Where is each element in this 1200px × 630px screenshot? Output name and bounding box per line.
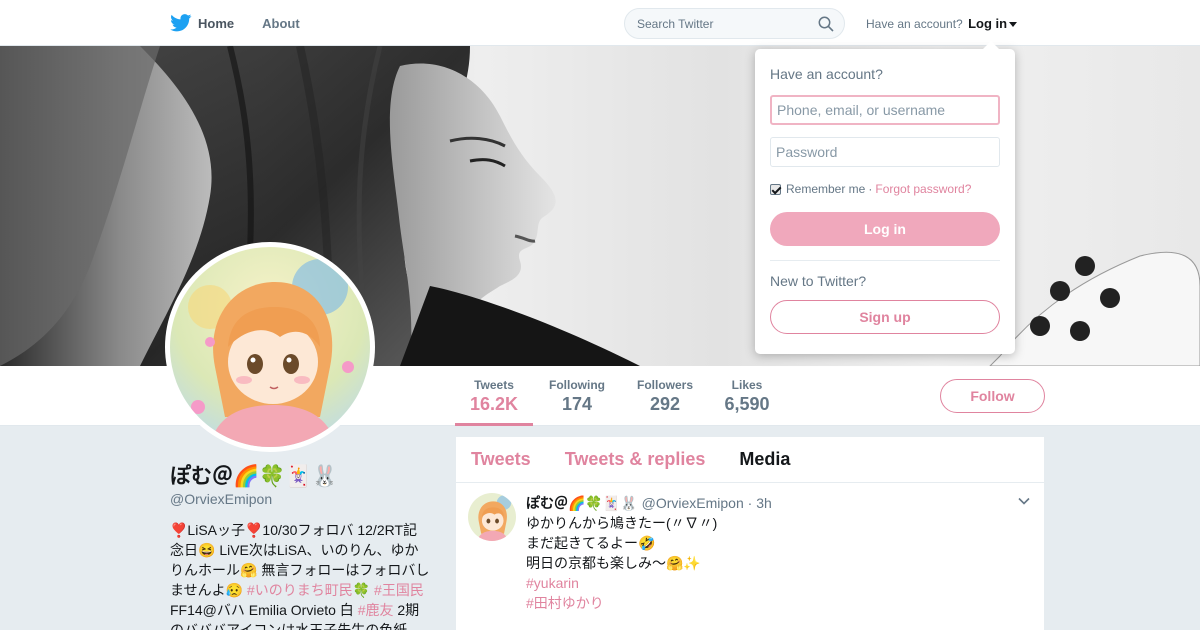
tweet-hashtag[interactable]: #yukarin — [526, 573, 1029, 593]
tweet-text-line: まだ起きてるよー🤣 — [526, 535, 656, 551]
stat-followers[interactable]: Followers 292 — [630, 366, 700, 426]
stat-value: 6,590 — [724, 394, 770, 414]
stat-value: 174 — [561, 394, 593, 414]
signup-button[interactable]: Sign up — [770, 300, 1000, 334]
have-account-area: Have an account? Log in — [866, 16, 1018, 31]
timeline: Tweets Tweets & replies Media ぽむ＠🌈🍀🃏🐰 @O… — [456, 437, 1044, 630]
password-field[interactable] — [770, 137, 1000, 167]
search-box — [624, 8, 845, 39]
bio-hashtag[interactable]: #王国民 — [374, 582, 424, 598]
stat-label: Likes — [731, 378, 763, 392]
tweet-text-line: ゆかりんから鳩きたー(〃∇〃) — [526, 515, 718, 531]
bio-hashtag[interactable]: #いのりまち町民 — [247, 582, 353, 598]
stat-following[interactable]: Following 174 — [541, 366, 613, 426]
top-navigation-bar: Home About Have an account? Log in — [0, 0, 1200, 46]
nav-about-link[interactable]: About — [262, 16, 300, 31]
tweet-timestamp[interactable]: · 3h — [748, 495, 772, 511]
search-icon[interactable] — [818, 16, 834, 32]
stat-likes[interactable]: Likes 6,590 — [718, 366, 776, 426]
twitter-bird-icon[interactable] — [170, 14, 192, 32]
timeline-tabs: Tweets Tweets & replies Media — [456, 437, 1044, 483]
tab-tweets[interactable]: Tweets — [471, 449, 531, 470]
remember-me-checkbox[interactable] — [770, 183, 781, 195]
stat-tweets[interactable]: Tweets 16.2K — [455, 366, 533, 426]
stat-label: Followers — [636, 378, 693, 392]
remember-me-label[interactable]: Remember me — [786, 182, 865, 196]
tweet-avatar[interactable] — [468, 493, 516, 541]
follow-button[interactable]: Follow — [940, 379, 1045, 413]
bio-text: FF14@バハ Emilia Orvieto 白 — [170, 602, 358, 618]
profile-name: ぽむ＠🌈🍀🃏🐰 — [170, 465, 338, 488]
tab-tweets-replies[interactable]: Tweets & replies — [565, 449, 706, 470]
profile-avatar[interactable] — [165, 242, 375, 452]
tab-media[interactable]: Media — [739, 449, 790, 470]
stat-value: 292 — [649, 394, 681, 414]
stat-label: Tweets — [474, 378, 514, 392]
tweet-author-name[interactable]: ぽむ＠🌈🍀🃏🐰 — [526, 495, 638, 511]
search-input[interactable] — [625, 9, 805, 38]
stat-label: Following — [549, 378, 605, 392]
divider — [770, 260, 1000, 261]
login-button[interactable]: Log in — [770, 212, 1000, 246]
username-field[interactable] — [770, 95, 1000, 125]
nav-home-link[interactable]: Home — [198, 16, 234, 31]
chevron-down-icon[interactable] — [1018, 495, 1030, 507]
login-toggle-link[interactable]: Log in — [968, 16, 1007, 31]
tweet-avatar-image — [468, 493, 516, 541]
login-dropdown: Have an account? Remember me · Forgot pa… — [755, 41, 1015, 354]
bio-text: 🍀 — [352, 582, 375, 598]
forgot-password-link[interactable]: Forgot password? — [875, 182, 971, 196]
caret-down-icon[interactable] — [1009, 22, 1018, 28]
tweet-item[interactable]: ぽむ＠🌈🍀🃏🐰 @OrviexEmipon · 3h ゆかりんから鳩きたー(〃∇… — [456, 483, 1044, 613]
new-to-twitter-text: New to Twitter? — [770, 273, 867, 289]
tweet-text-line: 明日の京都も楽しみ～🤗✨ — [526, 555, 701, 571]
login-dropdown-title: Have an account? — [770, 66, 883, 82]
have-account-text: Have an account? — [866, 17, 963, 31]
tweet-header: ぽむ＠🌈🍀🃏🐰 @OrviexEmipon · 3h — [526, 493, 1029, 513]
avatar-illustration — [170, 247, 370, 447]
tweet-hashtag[interactable]: #田村ゆかり — [526, 593, 1029, 613]
separator-dot: · — [868, 182, 873, 196]
stat-value: 16.2K — [469, 394, 519, 414]
profile-handle[interactable]: @OrviexEmipon — [170, 491, 272, 507]
remember-row: Remember me · Forgot password? — [770, 182, 971, 196]
bio-hashtag[interactable]: #鹿友 — [358, 602, 394, 618]
profile-bio: ❣️LiSAッ子❣️10/30フォロバ 12/2RT記念日😆 LiVE次はLiS… — [170, 520, 430, 630]
nav-left: Home About — [170, 0, 328, 46]
tweet-author-handle[interactable]: @OrviexEmipon — [642, 495, 744, 511]
